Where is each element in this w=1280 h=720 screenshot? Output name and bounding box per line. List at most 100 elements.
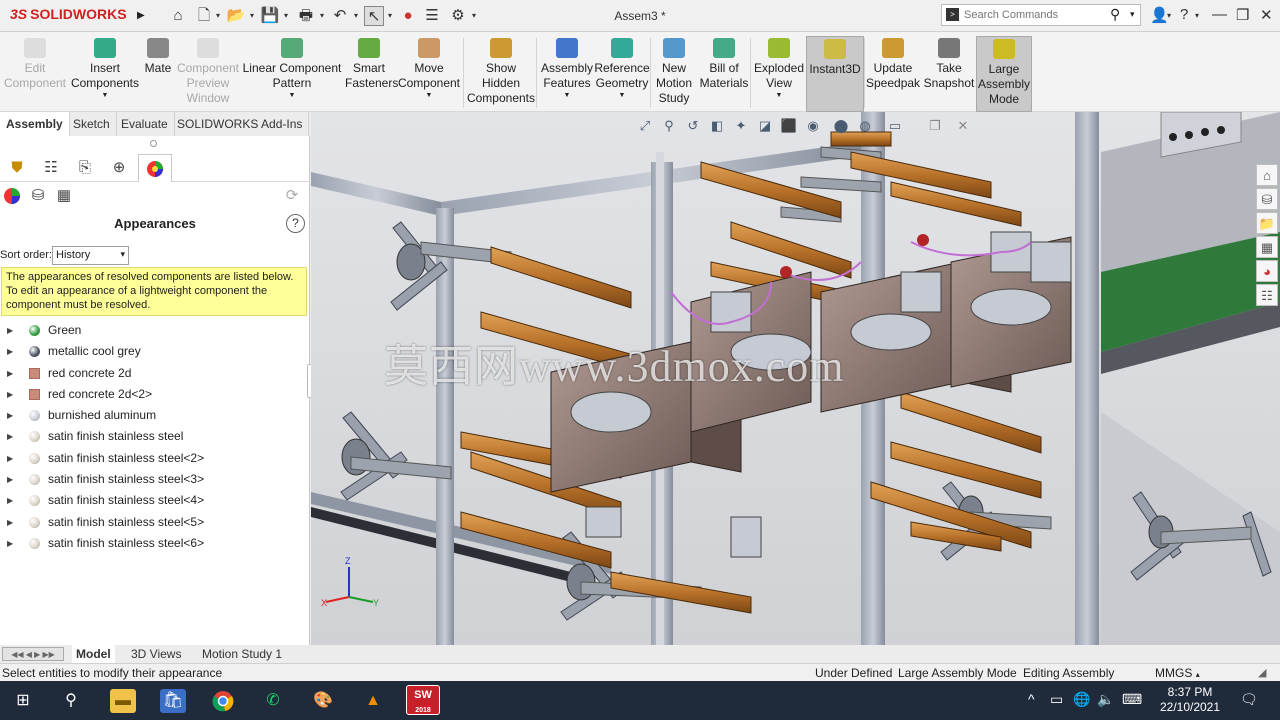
save-icon[interactable]: 💾 xyxy=(260,6,280,26)
panel-splitter-dot[interactable] xyxy=(150,140,157,147)
undo-dropdown-icon[interactable]: ▾ xyxy=(352,6,360,26)
start-icon[interactable]: ⊞ xyxy=(10,689,36,713)
store-taskbar-icon[interactable]: 🛍 xyxy=(160,689,186,713)
appearance-list-item[interactable]: ▶ satin finish stainless steel<2> xyxy=(0,448,310,469)
appearance-list-item[interactable]: ▶ Green xyxy=(0,320,310,341)
select-dropdown-icon[interactable]: ▾ xyxy=(386,6,394,26)
new-dropdown-icon[interactable]: ▾ xyxy=(214,6,222,26)
notifications-icon[interactable]: 🗨 xyxy=(1240,691,1258,708)
propertymanager-tab-icon[interactable]: ☷ xyxy=(34,154,68,182)
expand-arrow-icon[interactable]: ▶ xyxy=(7,405,13,426)
battery-icon[interactable]: ▭ xyxy=(1050,691,1063,708)
select-icon[interactable]: ↖ xyxy=(364,6,384,26)
tray-chevron-icon[interactable]: ^ xyxy=(1028,691,1035,707)
file-explorer-taskbar-icon[interactable]: ▬ xyxy=(110,689,136,713)
solidworks-logo[interactable]: 3S SOLIDWORKS xyxy=(10,6,127,22)
ribbon-button-move-component[interactable]: Move Component ▼ xyxy=(396,36,462,112)
file-properties-icon[interactable]: ☰ xyxy=(422,6,442,26)
appearance-list-item[interactable]: ▶ satin finish stainless steel<3> xyxy=(0,469,310,490)
open-dropdown-icon[interactable]: ▾ xyxy=(248,6,256,26)
expand-arrow-icon[interactable]: ▶ xyxy=(7,363,13,384)
expand-arrow-icon[interactable]: ▶ xyxy=(7,469,13,490)
keyboard-icon[interactable]: ⌨ xyxy=(1122,691,1142,708)
edit-appearance-icon[interactable]: ⬤ xyxy=(831,116,851,136)
search-commands[interactable]: > ⚲ ▾ xyxy=(941,4,1141,26)
appearance-list-item[interactable]: ▶ burnished aluminum xyxy=(0,405,310,426)
system-clock[interactable]: 8:37 PM 22/10/2021 xyxy=(1150,685,1230,715)
appearance-list-item[interactable]: ▶ satin finish stainless steel<6> xyxy=(0,533,310,554)
dynamic-annotation-icon[interactable]: ✦ xyxy=(731,116,751,136)
expand-arrow-icon[interactable]: ▶ xyxy=(7,426,13,447)
appearance-list-item[interactable]: ▶ red concrete 2d<2> xyxy=(0,384,310,405)
undo-icon[interactable]: ↶ xyxy=(330,6,350,26)
ribbon-button-large-assembly-mode[interactable]: Large Assembly Mode xyxy=(976,36,1032,112)
ribbon-button-exploded-view[interactable]: Exploded View ▼ xyxy=(752,36,806,112)
expand-arrow-icon[interactable]: ▶ xyxy=(7,490,13,511)
tab-solidworks-add-ins[interactable]: SOLIDWORKS Add-Ins xyxy=(171,112,310,136)
menu-expand-icon[interactable]: ▶ xyxy=(137,10,145,21)
search-dropdown-icon[interactable]: ▾ xyxy=(1130,9,1135,20)
appearances-scenes-icon[interactable]: ◕ xyxy=(1256,260,1278,282)
view-orientation-icon[interactable]: ◪ xyxy=(755,116,775,136)
configurationmanager-tab-icon[interactable]: ⎘ xyxy=(68,154,102,182)
ribbon-button-show-hidden-components[interactable]: Show Hidden Components xyxy=(465,36,537,112)
view-settings-icon[interactable]: ▭ xyxy=(885,116,905,136)
tab-assembly[interactable]: Assembly xyxy=(0,112,70,136)
ribbon-button-linear-component-pattern[interactable]: Linear Component Pattern ▼ xyxy=(242,36,342,112)
tab-evaluate[interactable]: Evaluate xyxy=(115,112,175,136)
appearance-list-item[interactable]: ▶ satin finish stainless steel xyxy=(0,426,310,447)
custom-properties-icon[interactable]: ☷ xyxy=(1256,284,1278,306)
solidworks-resources-icon[interactable]: ⌂ xyxy=(1256,164,1278,186)
paint-taskbar-icon[interactable]: 🎨 xyxy=(310,689,336,713)
search-icon-taskbar[interactable]: ⚲ xyxy=(58,689,84,713)
solidworks-taskbar-icon[interactable]: SW 2018 xyxy=(406,685,440,715)
search-input[interactable] xyxy=(964,7,1104,23)
options-dropdown-icon[interactable]: ▾ xyxy=(470,6,478,26)
rebuild-icon[interactable]: ● xyxy=(398,6,418,26)
chrome-taskbar-icon[interactable] xyxy=(210,689,236,713)
viewport-close-icon[interactable]: ✕ xyxy=(953,116,973,136)
sort-order-select[interactable]: History ▾ xyxy=(52,246,129,265)
expand-arrow-icon[interactable]: ▶ xyxy=(7,320,13,341)
close-icon[interactable]: ✕ xyxy=(1260,6,1273,24)
displaymanager-tab-icon[interactable] xyxy=(138,154,172,182)
ribbon-button-instant3d[interactable]: Instant3D xyxy=(806,36,864,112)
resize-grip-icon[interactable]: ◢ xyxy=(1258,664,1266,682)
vlc-taskbar-icon[interactable]: ▲ xyxy=(360,689,386,713)
tab-model[interactable]: Model xyxy=(72,645,115,663)
ribbon-button-component-preview-window[interactable]: Component Preview Window xyxy=(176,36,240,112)
expand-arrow-icon[interactable]: ▶ xyxy=(7,384,13,405)
display-style-icon[interactable]: ⬛ xyxy=(779,116,799,136)
ribbon-button-take-snapshot[interactable]: Take Snapshot xyxy=(922,36,976,112)
print-dropdown-icon[interactable]: ▾ xyxy=(318,6,326,26)
viewport-restore-icon[interactable]: ❐ xyxy=(925,116,945,136)
design-library-icon[interactable]: ⛁ xyxy=(1256,188,1278,210)
appearance-list-item[interactable]: ▶ red concrete 2d xyxy=(0,363,310,384)
scene-lights-view-icon[interactable]: ▦ xyxy=(52,182,76,210)
user-dropdown-icon[interactable]: ▾ xyxy=(1167,11,1171,20)
network-icon[interactable]: 🌐 xyxy=(1073,691,1090,708)
featuremanager-tab-icon[interactable]: ⛊ xyxy=(0,154,34,182)
ribbon-button-reference-geometry[interactable]: Reference Geometry ▼ xyxy=(594,36,650,112)
previous-view-icon[interactable]: ↺ xyxy=(683,116,703,136)
expand-arrow-icon[interactable]: ▶ xyxy=(7,448,13,469)
appearance-list-item[interactable]: ▶ metallic cool grey xyxy=(0,341,310,362)
ribbon-button-update-speedpak[interactable]: Update Speedpak xyxy=(866,36,920,112)
appearances-view-icon[interactable] xyxy=(0,182,24,210)
help-dropdown-icon[interactable]: ▾ xyxy=(1195,11,1199,20)
tab-scroll-arrows[interactable]: ◀◀ ◀ ▶ ▶▶ xyxy=(2,647,64,661)
restore-icon[interactable]: ❐ xyxy=(1236,6,1249,24)
new-document-icon[interactable]: 🗋 xyxy=(194,6,214,26)
save-dropdown-icon[interactable]: ▾ xyxy=(282,6,290,26)
appearance-list-item[interactable]: ▶ satin finish stainless steel<5> xyxy=(0,512,310,533)
apply-scene-icon[interactable]: ◍ xyxy=(855,116,875,136)
tab-3d-views[interactable]: 3D Views xyxy=(127,645,185,663)
home-icon[interactable]: ⌂ xyxy=(168,6,188,26)
options-icon[interactable]: ⚙ xyxy=(448,6,468,26)
print-icon[interactable]: 🖶 xyxy=(296,6,316,26)
minimize-icon[interactable]: — xyxy=(1212,6,1227,23)
user-icon[interactable]: 👤 xyxy=(1150,6,1169,24)
appearance-list-item[interactable]: ▶ satin finish stainless steel<4> xyxy=(0,490,310,511)
ribbon-button-mate[interactable]: Mate xyxy=(140,36,176,112)
file-explorer-icon[interactable]: 📁 xyxy=(1256,212,1278,234)
